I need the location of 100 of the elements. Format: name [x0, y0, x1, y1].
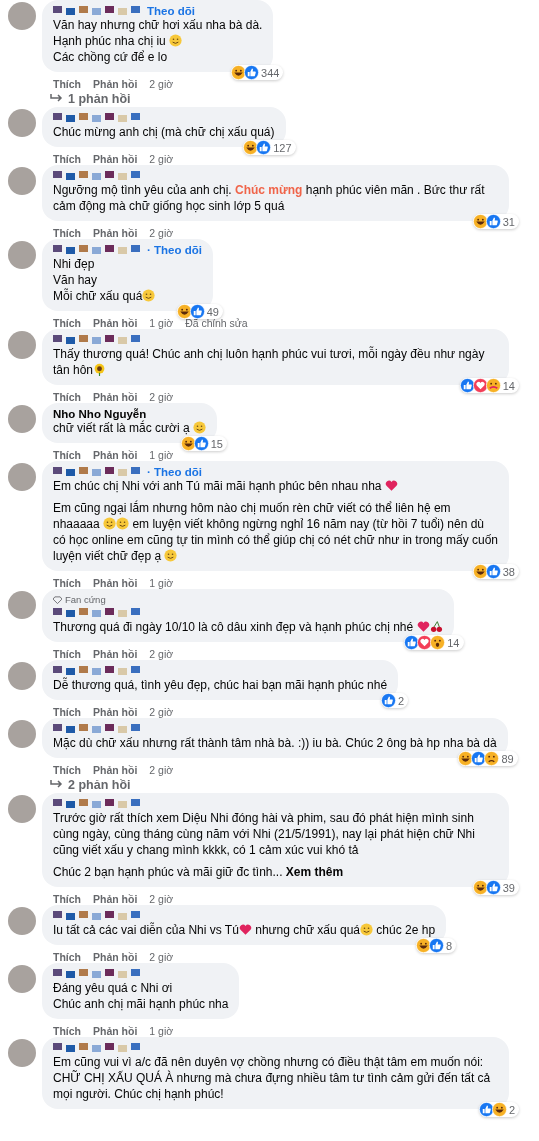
follow-link[interactable]: · Theo dõi [147, 465, 202, 478]
reaction-summary[interactable]: 127 [243, 140, 296, 155]
comment-text: Thương quá đi ngày 10/10 là cô dâu xinh đẹp và hạnh phúc chị nhé [53, 619, 443, 635]
reaction-summary[interactable]: 38 [472, 564, 519, 579]
reaction-count: 2 [508, 1103, 515, 1116]
edited-label: Đã chỉnh sửa [185, 318, 248, 329]
haha-reaction-icon [491, 1102, 507, 1117]
avatar-placeholder [8, 591, 36, 619]
reply-link[interactable]: Phản hồi [93, 392, 138, 403]
reaction-count: 344 [261, 66, 280, 79]
reply-link[interactable]: Phản hồi [93, 765, 138, 776]
haha-reaction-icon [472, 564, 488, 579]
reply-link[interactable]: Phản hồi [93, 578, 138, 589]
reaction-summary[interactable]: 344 [231, 65, 284, 80]
timestamp[interactable]: 2 giờ [149, 765, 174, 776]
avatar-placeholder [8, 1039, 36, 1067]
follow-link[interactable]: · Theo dõi [147, 243, 202, 256]
reply-link[interactable]: Phản hồi [93, 450, 138, 461]
timestamp[interactable]: 1 giờ [149, 318, 174, 329]
reaction-summary[interactable]: 89 [458, 751, 518, 766]
like-reaction-icon [193, 436, 209, 451]
like-link[interactable]: Thích [53, 79, 81, 90]
comment-text: Iu tất cả các vai diễn của Nhi vs Tú nhưng chữ xấu quá chúc 2e hp [53, 922, 436, 938]
reaction-summary[interactable]: 2 [381, 693, 409, 708]
like-reaction-icon [471, 751, 487, 766]
timestamp[interactable]: 1 giờ [149, 578, 174, 589]
comment-text: Văn hay [53, 272, 99, 288]
avatar-placeholder [8, 907, 36, 935]
like-link[interactable]: Thích [53, 649, 81, 660]
reply-link[interactable]: Phản hồi [93, 707, 138, 718]
comment-text: Đáng yêu quá c Nhi ơi [53, 980, 174, 996]
smiley-emoji-icon [164, 549, 178, 562]
smiley-emoji-icon [360, 923, 373, 936]
avatar-placeholder [8, 965, 36, 993]
timestamp[interactable]: 1 giờ [149, 1026, 174, 1037]
reaction-count: 49 [206, 305, 219, 318]
like-link[interactable]: Thích [53, 154, 81, 165]
like-link[interactable]: Thích [53, 228, 81, 239]
like-link[interactable]: Thích [53, 1026, 81, 1037]
timestamp[interactable]: 1 giờ [149, 450, 174, 461]
timestamp[interactable]: 2 giờ [149, 707, 174, 718]
like-reaction-icon [244, 65, 260, 80]
reply-arrow-icon [50, 93, 63, 104]
comment-text: Các chồng cứ để e lo [53, 49, 169, 65]
reaction-summary[interactable]: 14 [459, 378, 519, 393]
like-link[interactable]: Thích [53, 765, 81, 776]
reply-link[interactable]: Phản hồi [93, 154, 138, 165]
smiley-emoji-icon [103, 517, 117, 530]
like-link[interactable]: Thích [53, 952, 81, 963]
avatar-placeholder [8, 463, 36, 491]
reaction-summary[interactable]: 8 [415, 938, 457, 953]
reaction-summary[interactable]: 2 [478, 1102, 519, 1117]
view-replies-link[interactable]: 2 phản hồi [50, 776, 131, 793]
timestamp[interactable]: 2 giờ [149, 79, 174, 90]
view-replies-link[interactable]: 1 phản hồi [50, 90, 131, 107]
comment-text: Mỗi chữ xấu quá [53, 288, 202, 304]
reaction-summary[interactable]: 39 [472, 880, 519, 895]
haha-reaction-icon [243, 140, 259, 155]
like-link[interactable]: Thích [53, 707, 81, 718]
follow-link[interactable]: Theo dõi [147, 4, 195, 17]
reply-link[interactable]: Phản hồi [93, 1026, 138, 1037]
comment-text: Mặc dù chữ xấu nhưng rất thành tâm nhà bà. :)) iu bà. Chúc 2 ông bà hp nha bà dà [53, 735, 497, 751]
timestamp[interactable]: 2 giờ [149, 952, 174, 963]
reply-link[interactable]: Phản hồi [93, 228, 138, 239]
commenter-name[interactable]: Nho Nho Nguyễn [53, 407, 147, 420]
like-reaction-icon [428, 938, 444, 953]
reply-link[interactable]: Phản hồi [93, 318, 138, 329]
reaction-summary[interactable]: 49 [176, 304, 223, 319]
like-reaction-icon [404, 635, 420, 650]
comment-text: Em chúc chị Nhi với anh Tú mãi mãi hạnh phúc bên nhau nha [53, 478, 498, 494]
like-link[interactable]: Thích [53, 894, 81, 905]
timestamp[interactable]: 2 giờ [149, 392, 174, 403]
reply-link[interactable]: Phản hồi [93, 894, 138, 905]
love-reaction-icon [472, 378, 488, 393]
like-link[interactable]: Thích [53, 318, 81, 329]
reply-link[interactable]: Phản hồi [93, 79, 138, 90]
like-link[interactable]: Thích [53, 578, 81, 589]
like-link[interactable]: Thích [53, 392, 81, 403]
haha-reaction-icon [415, 938, 431, 953]
diamond-icon [53, 595, 62, 604]
haha-reaction-icon [176, 304, 192, 319]
reaction-summary[interactable]: 31 [472, 214, 519, 229]
see-more-link[interactable]: Xem thêm [285, 865, 344, 879]
timestamp[interactable]: 2 giờ [149, 154, 174, 165]
reply-link[interactable]: Phản hồi [93, 649, 138, 660]
reply-link[interactable]: Phản hồi [93, 952, 138, 963]
reaction-summary[interactable]: 14 [404, 635, 464, 650]
timestamp[interactable]: 2 giờ [149, 894, 174, 905]
like-link[interactable]: Thích [53, 450, 81, 461]
timestamp[interactable]: 2 giờ [149, 649, 174, 660]
smiley-emoji-icon [193, 421, 206, 434]
timestamp[interactable]: 2 giờ [149, 228, 174, 239]
heart-emoji-icon [238, 923, 252, 936]
haha-reaction-icon [180, 436, 196, 451]
reaction-summary[interactable]: 15 [180, 436, 227, 451]
smiley-emoji-icon [116, 517, 130, 530]
like-reaction-icon [485, 564, 501, 579]
reaction-count: 127 [273, 141, 292, 154]
like-reaction-icon [459, 378, 475, 393]
avatar-placeholder [8, 405, 36, 433]
